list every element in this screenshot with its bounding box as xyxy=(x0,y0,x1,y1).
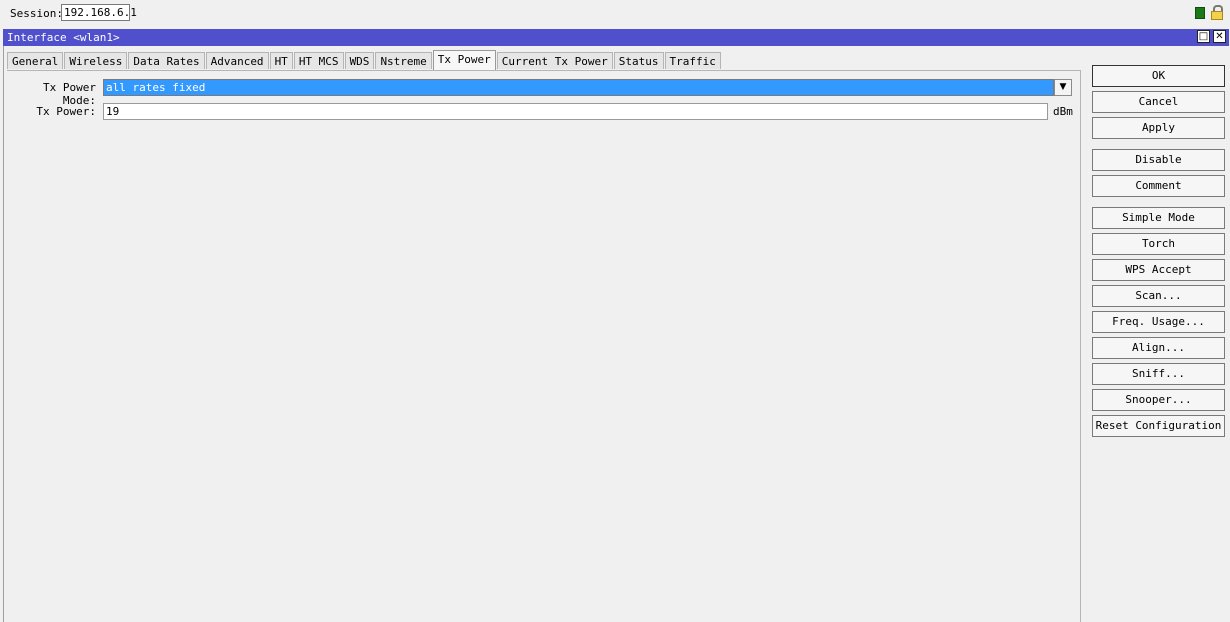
session-bar: Session: 192.168.6.1 xyxy=(0,0,1230,27)
disable-button[interactable]: Disable xyxy=(1092,149,1225,171)
tab-ht[interactable]: HT xyxy=(269,52,293,69)
tab-traffic[interactable]: Traffic xyxy=(664,52,721,69)
window-title: Interface <wlan1> xyxy=(7,31,120,44)
tab-nstreme[interactable]: Nstreme xyxy=(375,52,432,69)
tab-status[interactable]: Status xyxy=(613,52,664,69)
torch-button[interactable]: Torch xyxy=(1092,233,1225,255)
tx-power-input[interactable]: 19 xyxy=(103,103,1048,120)
session-address-field[interactable]: 192.168.6.1 xyxy=(61,4,137,21)
tab-ht-mcs[interactable]: HT MCS xyxy=(293,52,344,69)
sniff-button[interactable]: Sniff... xyxy=(1092,363,1225,385)
tab-bar: General Wireless Data Rates Advanced HT … xyxy=(7,50,722,70)
close-icon[interactable]: ✕ xyxy=(1213,30,1226,43)
snooper-button[interactable]: Snooper... xyxy=(1092,389,1225,411)
tab-content-panel xyxy=(7,70,1081,622)
tab-wds[interactable]: WDS xyxy=(344,52,375,69)
session-label: Session: xyxy=(10,7,63,20)
tab-current-tx-power[interactable]: Current Tx Power xyxy=(496,52,613,69)
cancel-button[interactable]: Cancel xyxy=(1092,91,1225,113)
simple-mode-button[interactable]: Simple Mode xyxy=(1092,207,1225,229)
tx-power-unit: dBm xyxy=(1053,105,1073,118)
chevron-down-icon[interactable]: ▼ xyxy=(1054,79,1072,96)
reset-configuration-button[interactable]: Reset Configuration xyxy=(1092,415,1225,437)
tx-power-mode-label: Tx Power Mode: xyxy=(43,81,96,107)
wps-accept-button[interactable]: WPS Accept xyxy=(1092,259,1225,281)
apply-button[interactable]: Apply xyxy=(1092,117,1225,139)
ok-button[interactable]: OK xyxy=(1092,65,1225,87)
scan-button[interactable]: Scan... xyxy=(1092,285,1225,307)
tab-tx-power[interactable]: Tx Power xyxy=(432,50,496,70)
lock-icon xyxy=(1210,5,1224,21)
restore-icon[interactable]: □ xyxy=(1197,30,1210,43)
window-titlebar[interactable]: Interface <wlan1> □ ✕ xyxy=(3,29,1229,46)
freq-usage-button[interactable]: Freq. Usage... xyxy=(1092,311,1225,333)
tx-power-label: Tx Power: xyxy=(36,105,96,118)
status-square-icon xyxy=(1195,7,1205,19)
tab-wireless[interactable]: Wireless xyxy=(64,52,128,69)
tab-data-rates[interactable]: Data Rates xyxy=(128,52,205,69)
tab-general[interactable]: General xyxy=(7,52,64,69)
tx-power-mode-select[interactable]: all rates fixed xyxy=(103,79,1054,96)
align-button[interactable]: Align... xyxy=(1092,337,1225,359)
comment-button[interactable]: Comment xyxy=(1092,175,1225,197)
tab-advanced[interactable]: Advanced xyxy=(205,52,269,69)
